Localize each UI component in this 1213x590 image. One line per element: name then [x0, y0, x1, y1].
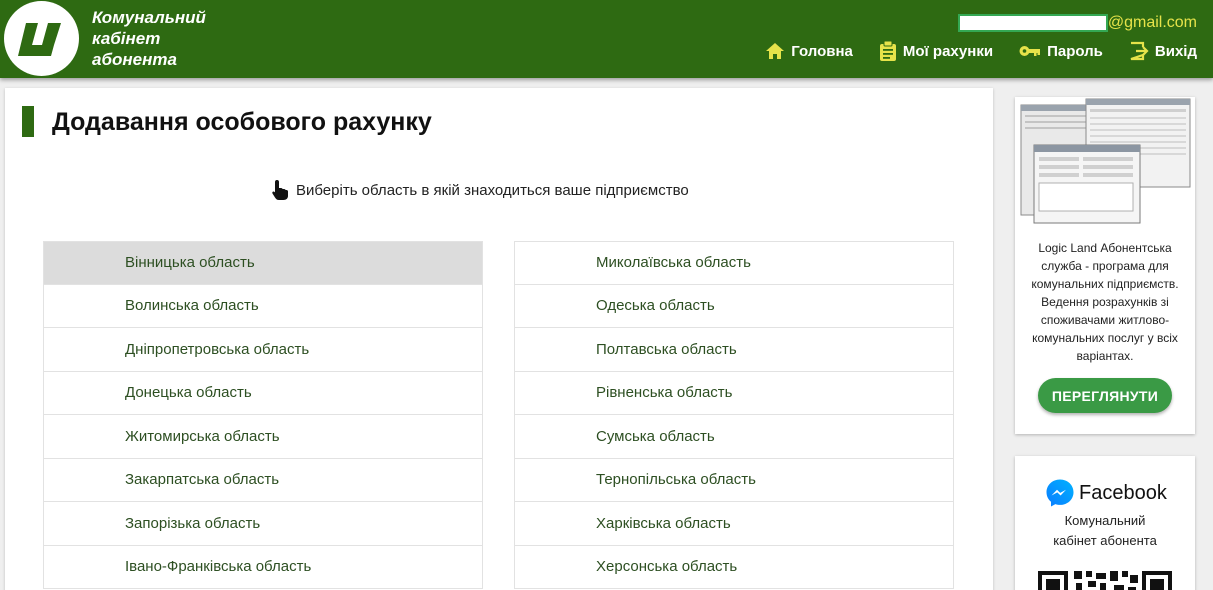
region-item[interactable]: Полтавська область	[514, 328, 954, 372]
ad-description: Logic Land Абонентська служба - програма…	[1031, 241, 1179, 363]
region-item[interactable]: Херсонська область	[514, 545, 954, 589]
home-icon	[766, 43, 785, 59]
nav-password-label: Пароль	[1047, 42, 1103, 60]
main-card: Додавання особового рахунку Виберіть обл…	[5, 88, 993, 590]
facebook-subtitle-line: кабінет абонента	[1053, 533, 1157, 548]
region-item[interactable]: Рівненська область	[514, 371, 954, 415]
email-domain: @gmail.com	[1107, 14, 1197, 31]
region-item[interactable]: Запорізька область	[43, 502, 483, 546]
hint-text: Виберіть область в якій знаходиться ваше…	[296, 181, 689, 199]
logo[interactable]	[4, 1, 79, 76]
nav-logout[interactable]: Вихід	[1129, 41, 1197, 61]
title-accent-bar	[22, 106, 34, 137]
logout-icon	[1130, 41, 1149, 61]
nav-home[interactable]: Головна	[765, 42, 853, 60]
logo-mark-icon	[18, 23, 61, 56]
region-item[interactable]: Житомирська область	[43, 415, 483, 459]
region-item[interactable]: Вінницька область	[43, 241, 483, 285]
brand-name: Комунальний кабінет абонента	[92, 7, 206, 70]
email-redaction	[957, 14, 1108, 32]
top-nav: Головна Мої рахунки Пароль Вихід	[739, 41, 1197, 61]
nav-accounts-label: Мої рахунки	[902, 42, 994, 60]
brand-line: кабінет	[92, 29, 161, 48]
brand-line: Комунальний	[92, 8, 206, 27]
nav-home-label: Головна	[791, 42, 853, 60]
key-icon	[1019, 46, 1041, 56]
hand-pointer-icon	[272, 180, 288, 200]
facebook-subtitle-line: Комунальний	[1064, 513, 1146, 528]
messenger-icon	[1046, 479, 1074, 507]
nav-logout-label: Вихід	[1154, 42, 1197, 60]
facebook-link[interactable]: Facebook	[1045, 478, 1167, 508]
header: Комунальний кабінет абонента @gmail.com …	[0, 0, 1213, 78]
region-item[interactable]: Миколаївська область	[514, 241, 954, 285]
facebook-subtitle: Комунальний кабінет абонента	[1025, 511, 1185, 551]
nav-accounts[interactable]: Мої рахунки	[879, 41, 993, 61]
product-ad-card: Logic Land Абонентська служба - програма…	[1015, 97, 1195, 434]
region-item[interactable]: Закарпатська область	[43, 458, 483, 502]
region-item[interactable]: Одеська область	[514, 284, 954, 328]
software-screenshot-image	[1018, 97, 1192, 227]
region-list-left: Вінницька область Волинська область Дніп…	[43, 241, 483, 589]
region-item[interactable]: Івано-Франківська область	[43, 545, 483, 589]
region-hint: Виберіть область в якій знаходиться ваше…	[271, 179, 689, 201]
page-title: Додавання особового рахунку	[52, 108, 432, 136]
qr-code-icon[interactable]	[1038, 568, 1172, 590]
facebook-title: Facebook	[1079, 481, 1167, 504]
region-list-right: Миколаївська область Одеська область Пол…	[514, 241, 954, 589]
user-email: @gmail.com	[957, 13, 1197, 33]
region-item[interactable]: Сумська область	[514, 415, 954, 459]
facebook-card: Facebook Комунальний кабінет абонента	[1015, 456, 1195, 590]
brand-line: абонента	[92, 50, 177, 69]
region-item[interactable]: Волинська область	[43, 284, 483, 328]
region-item[interactable]: Дніпропетровська область	[43, 328, 483, 372]
region-item[interactable]: Донецька область	[43, 371, 483, 415]
view-button[interactable]: ПЕРЕГЛЯНУТИ	[1038, 378, 1172, 413]
region-item[interactable]: Тернопільська область	[514, 458, 954, 502]
nav-password[interactable]: Пароль	[1019, 43, 1103, 60]
clipboard-icon	[879, 41, 896, 61]
region-item[interactable]: Харківська область	[514, 502, 954, 546]
